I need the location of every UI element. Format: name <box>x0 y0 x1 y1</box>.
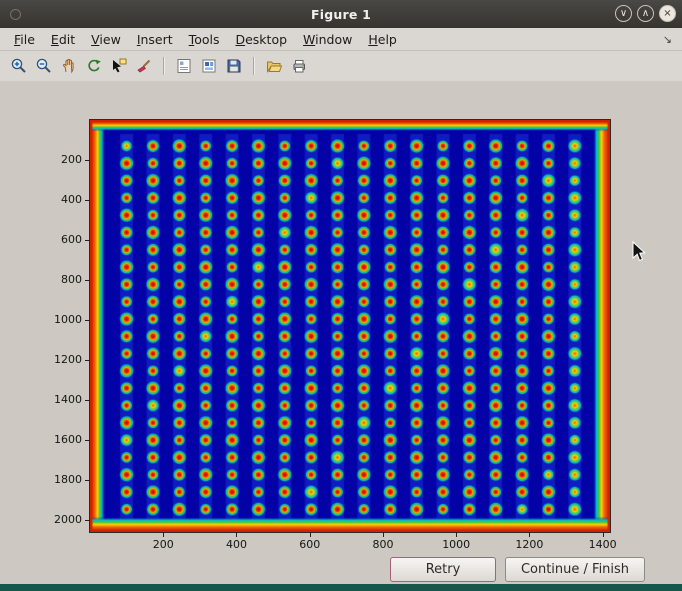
zoom-out-icon[interactable] <box>33 55 55 77</box>
x-tick-label: 1000 <box>434 538 478 551</box>
open-file-icon[interactable] <box>263 55 285 77</box>
menu-help[interactable]: Help <box>360 31 405 48</box>
y-tick-label: 1000 <box>42 313 82 326</box>
x-tick-label: 200 <box>141 538 185 551</box>
figure-toolbar <box>0 51 682 82</box>
y-tick-label: 600 <box>42 233 82 246</box>
window-title: Figure 1 <box>0 7 682 22</box>
y-tick-mark <box>85 360 90 361</box>
figure-palette-icon[interactable] <box>173 55 195 77</box>
window-border-bottom <box>0 584 682 591</box>
brush-icon[interactable] <box>133 55 155 77</box>
x-tick-mark <box>529 532 530 537</box>
menu-window[interactable]: Window <box>295 31 360 48</box>
menu-view[interactable]: View <box>83 31 129 48</box>
retry-button[interactable]: Retry <box>390 557 496 582</box>
close-button[interactable]: × <box>659 5 676 22</box>
y-tick-label: 1200 <box>42 353 82 366</box>
x-tick-mark <box>310 532 311 537</box>
save-icon[interactable] <box>223 55 245 77</box>
heatmap-image[interactable] <box>90 120 610 532</box>
menu-edit[interactable]: Edit <box>43 31 83 48</box>
toolbar-separator <box>253 57 255 75</box>
y-tick-mark <box>85 480 90 481</box>
menu-file[interactable]: File <box>6 31 43 48</box>
plot-browser-icon[interactable] <box>198 55 220 77</box>
x-tick-mark <box>383 532 384 537</box>
x-tick-label: 800 <box>361 538 405 551</box>
x-tick-mark <box>163 532 164 537</box>
x-tick-label: 1200 <box>507 538 551 551</box>
continue-finish-button[interactable]: Continue / Finish <box>505 557 645 582</box>
figure-window: Figure 1 ∨ ∧ × FileEditViewInsertToolsDesk… <box>0 0 682 591</box>
y-tick-label: 1400 <box>42 393 82 406</box>
y-tick-mark <box>85 440 90 441</box>
y-tick-label: 200 <box>42 153 82 166</box>
print-icon[interactable] <box>288 55 310 77</box>
pan-icon[interactable] <box>58 55 80 77</box>
y-tick-mark <box>85 160 90 161</box>
y-tick-mark <box>85 280 90 281</box>
zoom-in-icon[interactable] <box>8 55 30 77</box>
y-tick-label: 400 <box>42 193 82 206</box>
minimize-button[interactable]: ∨ <box>615 5 632 22</box>
menu-insert[interactable]: Insert <box>129 31 181 48</box>
title-bar[interactable]: Figure 1 ∨ ∧ × <box>0 0 682 28</box>
data-cursor-icon[interactable] <box>108 55 130 77</box>
figure-canvas-area: 200 400 600 800 1000 1200 1400 1600 1800 2000 200 4… <box>0 81 682 584</box>
x-tick-mark <box>236 532 237 537</box>
y-tick-mark <box>85 520 90 521</box>
y-tick-mark <box>85 320 90 321</box>
x-tick-mark <box>456 532 457 537</box>
window-controls: ∨ ∧ × <box>615 5 676 22</box>
x-tick-label: 400 <box>214 538 258 551</box>
menu-overflow-icon[interactable]: ↘ <box>663 33 672 46</box>
mouse-cursor <box>632 241 648 263</box>
y-tick-label: 2000 <box>42 513 82 526</box>
x-tick-label: 1400 <box>581 538 625 551</box>
toolbar-separator <box>163 57 165 75</box>
rotate-3d-icon[interactable] <box>83 55 105 77</box>
menu-tools[interactable]: Tools <box>181 31 228 48</box>
plot-area: 2004006008001000120014001600180020002004… <box>90 120 610 532</box>
y-tick-mark <box>85 200 90 201</box>
y-tick-label: 1800 <box>42 473 82 486</box>
y-tick-mark <box>85 400 90 401</box>
y-tick-label: 800 <box>42 273 82 286</box>
x-tick-mark <box>603 532 604 537</box>
y-tick-label: 1600 <box>42 433 82 446</box>
menu-desktop[interactable]: Desktop <box>227 31 295 48</box>
maximize-button[interactable]: ∧ <box>637 5 654 22</box>
y-tick-mark <box>85 240 90 241</box>
x-tick-label: 600 <box>288 538 332 551</box>
menu-bar: FileEditViewInsertToolsDesktopWindowHelp… <box>0 28 682 51</box>
